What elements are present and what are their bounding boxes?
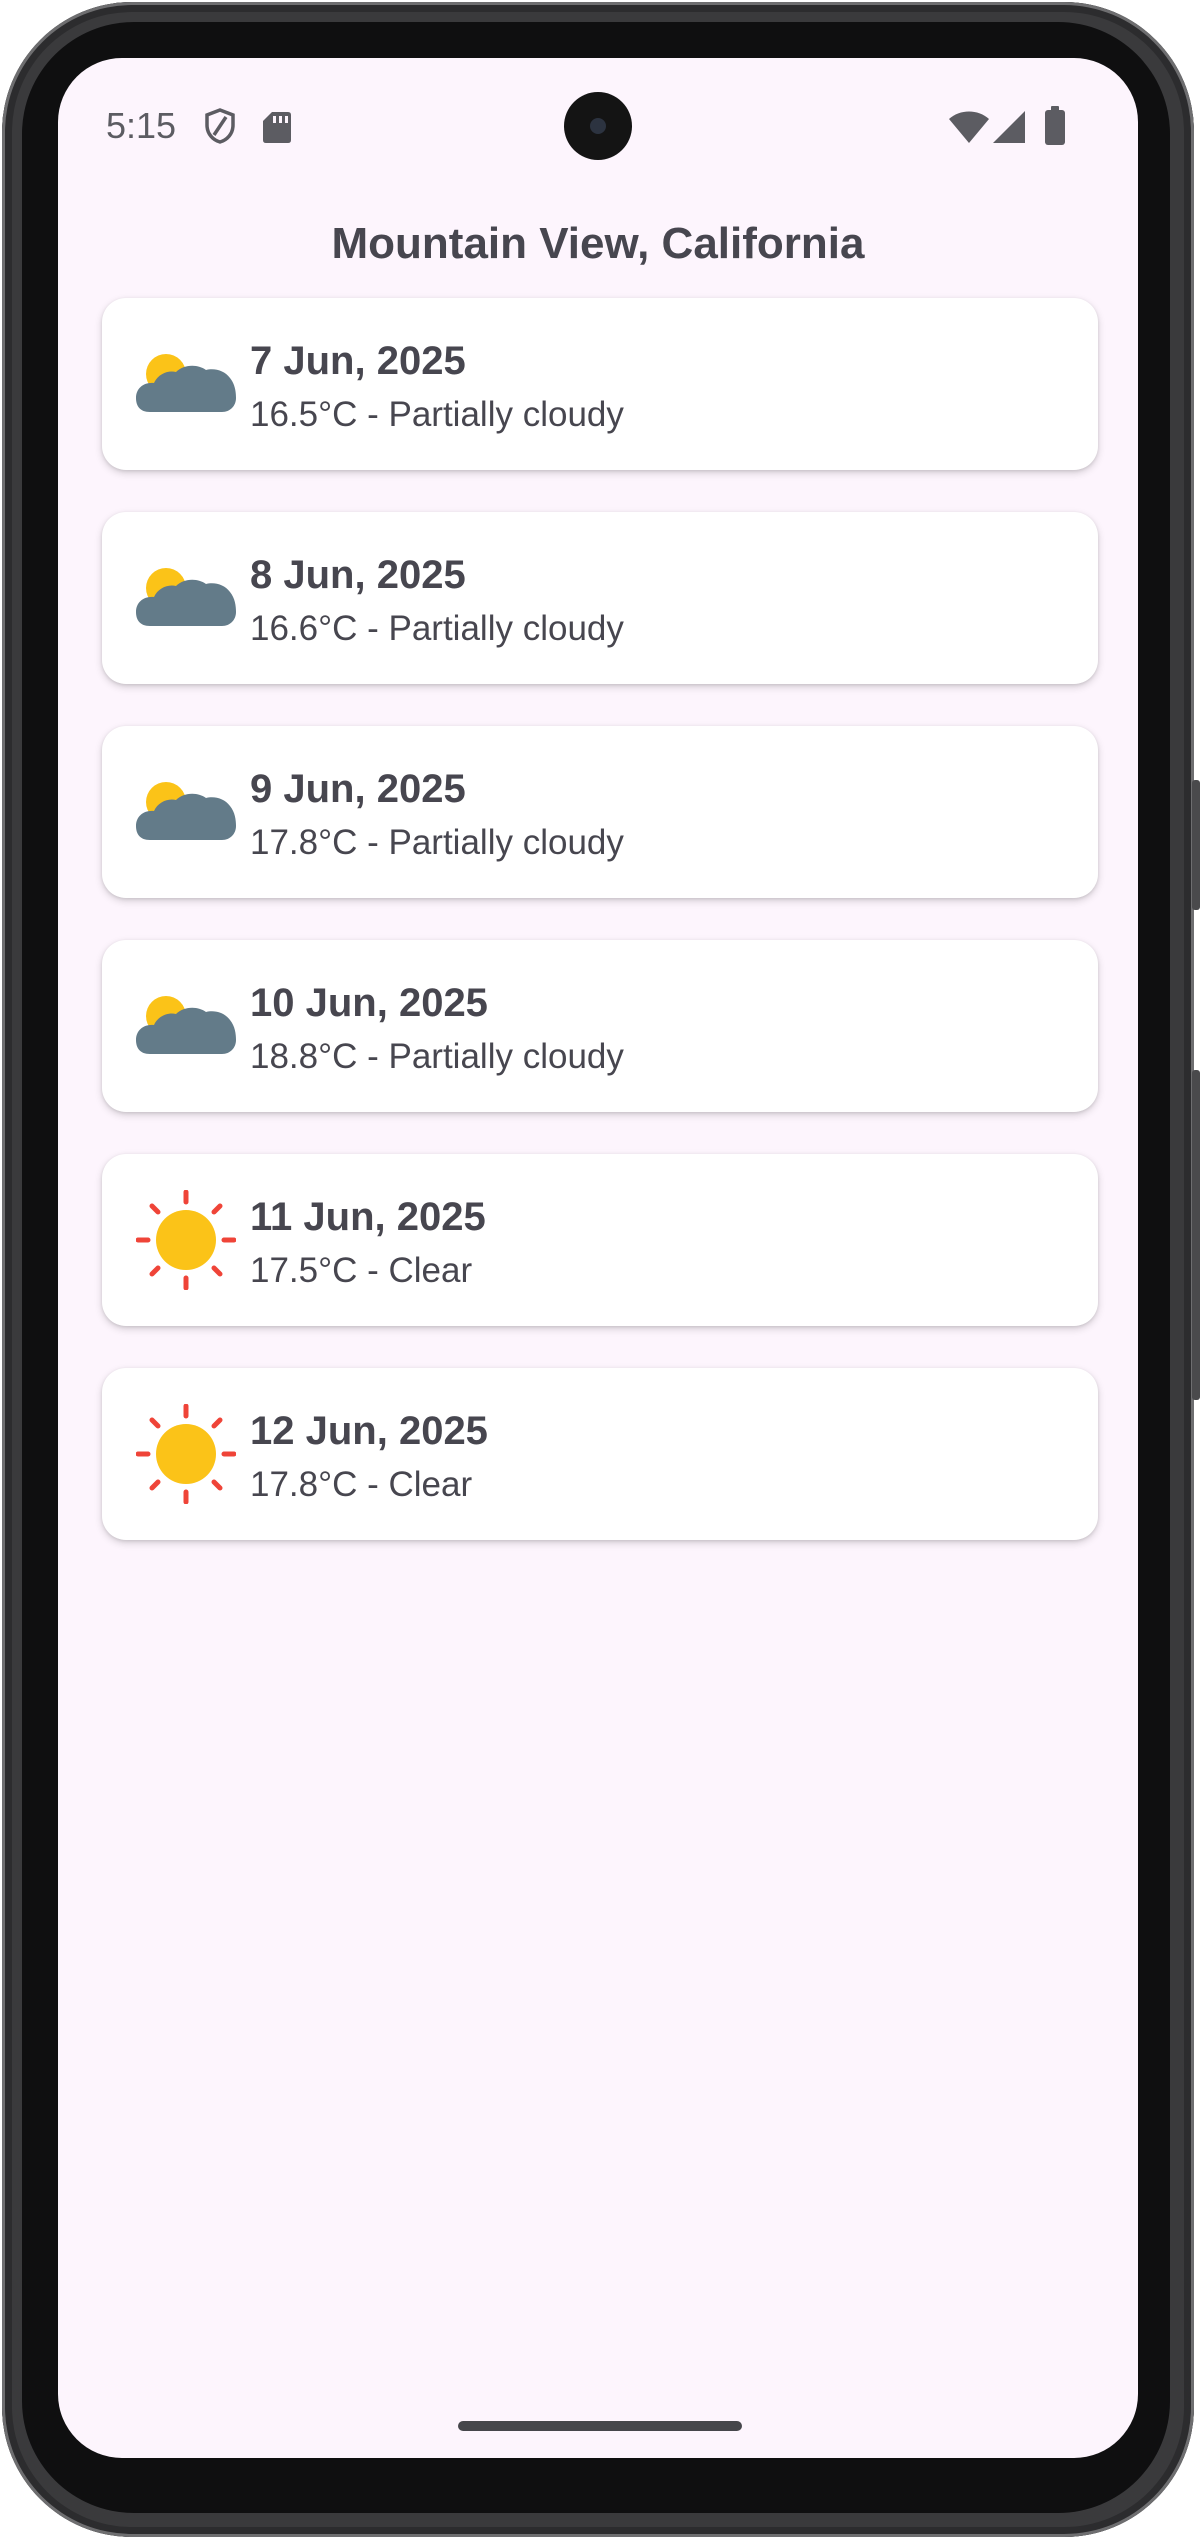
forecast-date: 9 Jun, 2025 bbox=[250, 767, 466, 811]
home-indicator[interactable] bbox=[458, 2421, 742, 2431]
forecast-description: 17.5°C - Clear bbox=[250, 1251, 473, 1290]
forecast-card[interactable]: 10 Jun, 2025 18.8°C - Partially cloudy bbox=[102, 940, 1098, 1112]
cellular-signal-icon bbox=[993, 111, 1025, 143]
sun-icon bbox=[136, 1190, 236, 1290]
forecast-card[interactable]: 12 Jun, 2025 17.8°C - Clear bbox=[102, 1368, 1098, 1540]
forecast-card[interactable]: 11 Jun, 2025 17.5°C - Clear bbox=[102, 1154, 1098, 1326]
partly-cloudy-icon bbox=[136, 568, 236, 626]
shield-icon bbox=[205, 108, 235, 144]
forecast-description: 16.5°C - Partially cloudy bbox=[250, 395, 624, 434]
sun-icon bbox=[136, 1404, 236, 1504]
forecast-description: 18.8°C - Partially cloudy bbox=[250, 1037, 624, 1076]
camera-lens bbox=[590, 118, 606, 134]
forecast-date: 7 Jun, 2025 bbox=[250, 339, 466, 383]
forecast-description: 17.8°C - Partially cloudy bbox=[250, 823, 624, 862]
status-time: 5:15 bbox=[106, 105, 177, 146]
phone-screen: 5:15 Mountain View, California 7 Jun, 20… bbox=[58, 58, 1138, 2458]
phone-device: 5:15 Mountain View, California 7 Jun, 20… bbox=[0, 0, 1200, 2541]
forecast-card[interactable]: 8 Jun, 2025 16.6°C - Partially cloudy bbox=[102, 512, 1098, 684]
partly-cloudy-icon bbox=[136, 354, 236, 412]
forecast-date: 11 Jun, 2025 bbox=[250, 1195, 486, 1239]
page-title: Mountain View, California bbox=[331, 219, 865, 268]
forecast-card[interactable]: 9 Jun, 2025 17.8°C - Partially cloudy bbox=[102, 726, 1098, 898]
forecast-card[interactable]: 7 Jun, 2025 16.5°C - Partially cloudy bbox=[102, 298, 1098, 470]
volume-button bbox=[1192, 1070, 1200, 1400]
forecast-description: 17.8°C - Clear bbox=[250, 1465, 473, 1504]
battery-icon bbox=[1045, 106, 1065, 145]
forecast-description: 16.6°C - Partially cloudy bbox=[250, 609, 624, 648]
wifi-icon bbox=[949, 111, 989, 143]
sd-card-icon bbox=[263, 112, 291, 143]
forecast-date: 12 Jun, 2025 bbox=[250, 1409, 488, 1453]
forecast-date: 8 Jun, 2025 bbox=[250, 553, 466, 597]
forecast-date: 10 Jun, 2025 bbox=[250, 981, 488, 1025]
front-camera bbox=[564, 92, 632, 160]
forecast-list: 7 Jun, 2025 16.5°C - Partially cloudy 8 … bbox=[102, 298, 1098, 1582]
partly-cloudy-icon bbox=[136, 782, 236, 840]
power-button bbox=[1192, 780, 1200, 910]
partly-cloudy-icon bbox=[136, 996, 236, 1054]
